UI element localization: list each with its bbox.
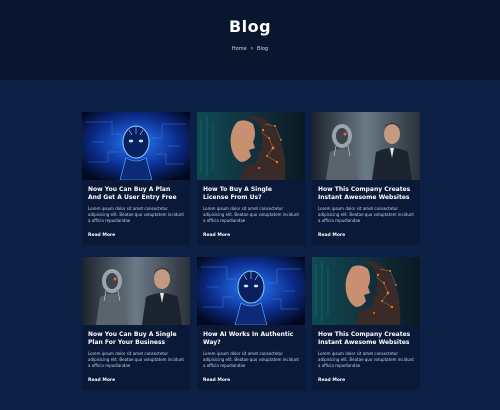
circuit-face-image — [312, 257, 420, 325]
robot-and-man-image — [312, 112, 420, 180]
page-header: Blog Home › Blog — [0, 0, 500, 80]
read-more-link[interactable]: Read More — [318, 378, 345, 383]
circuit-face-image — [197, 112, 305, 180]
breadcrumb: Home › Blog — [0, 45, 500, 52]
blog-grid: Now You Can Buy A Plan And Get A User En… — [82, 112, 420, 390]
breadcrumb-home-link[interactable]: Home — [232, 46, 247, 52]
page-title: Blog — [228, 17, 272, 36]
post-thumbnail[interactable] — [197, 112, 305, 180]
read-more-link[interactable]: Read More — [203, 378, 230, 383]
post-title[interactable]: How This Company Creates Instant Awesome… — [318, 186, 414, 202]
post-thumbnail[interactable] — [82, 257, 190, 325]
breadcrumb-current: Blog — [257, 45, 269, 52]
read-more-link[interactable]: Read More — [318, 233, 345, 238]
blog-card[interactable]: How AI Works In Authentic Way? Lorem ips… — [197, 257, 305, 390]
blog-card[interactable]: Now You Can Buy A Single Plan For Your B… — [82, 257, 190, 390]
read-more-link[interactable]: Read More — [88, 378, 115, 383]
post-title[interactable]: How AI Works In Authentic Way? — [203, 331, 299, 347]
blue-robot-image — [82, 112, 190, 180]
read-more-link[interactable]: Read More — [203, 233, 230, 238]
blog-card[interactable]: How To Buy A Single License From Us? Lor… — [197, 112, 305, 245]
post-title[interactable]: How To Buy A Single License From Us? — [203, 186, 299, 202]
post-thumbnail[interactable] — [197, 257, 305, 325]
post-excerpt: Lorem ipsum dolor sit amet consectetur a… — [318, 206, 414, 223]
chevron-right-icon: › — [250, 45, 254, 52]
post-thumbnail[interactable] — [312, 112, 420, 180]
post-thumbnail[interactable] — [82, 112, 190, 180]
post-excerpt: Lorem ipsum dolor sit amet consectetur a… — [203, 206, 299, 223]
blue-robot-image — [197, 257, 305, 325]
blog-card[interactable]: How This Company Creates Instant Awesome… — [312, 257, 420, 390]
blog-card[interactable]: How This Company Creates Instant Awesome… — [312, 112, 420, 245]
post-title[interactable]: Now You Can Buy A Single Plan For Your B… — [88, 331, 184, 347]
post-excerpt: Lorem ipsum dolor sit amet consectetur a… — [203, 351, 299, 368]
post-excerpt: Lorem ipsum dolor sit amet consectetur a… — [318, 351, 414, 368]
read-more-link[interactable]: Read More — [88, 233, 115, 238]
post-excerpt: Lorem ipsum dolor sit amet consectetur a… — [88, 206, 184, 223]
post-title[interactable]: Now You Can Buy A Plan And Get A User En… — [88, 186, 184, 202]
robot-and-man-image — [82, 257, 190, 325]
blog-card[interactable]: Now You Can Buy A Plan And Get A User En… — [82, 112, 190, 245]
post-title[interactable]: How This Company Creates Instant Awesome… — [318, 331, 414, 347]
post-excerpt: Lorem ipsum dolor sit amet consectetur a… — [88, 351, 184, 368]
post-thumbnail[interactable] — [312, 257, 420, 325]
